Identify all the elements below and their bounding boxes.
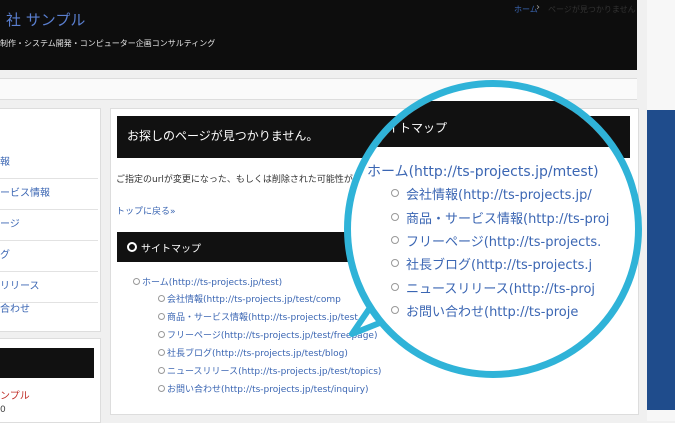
zoom-magnifier: サイトマップ ホーム(http://ts-projects.jp/mtest) … — [344, 80, 642, 378]
bullet-icon — [391, 189, 399, 197]
magnifier-link-blog[interactable]: 社長ブログ(http://ts-projects.j — [406, 254, 592, 273]
magnifier-link-services[interactable]: 商品・サービス情報(http://ts-proj — [406, 208, 609, 227]
bullet-icon — [391, 236, 399, 244]
magnifier-sitemap-title: サイトマップ — [375, 121, 448, 135]
bullet-icon — [391, 259, 399, 267]
bullet-icon — [391, 306, 399, 314]
bullet-icon — [391, 283, 399, 291]
magnifier-link-company[interactable]: 会社情報(http://ts-projects.jp/ — [406, 184, 592, 203]
magnifier-link-news[interactable]: ニュースリリース(http://ts-proj — [406, 278, 595, 297]
magnifier-link-inquiry[interactable]: お問い合わせ(http://ts-proje — [406, 301, 578, 320]
magnifier-link-freepage[interactable]: フリーページ(http://ts-projects. — [406, 231, 601, 250]
magnifier-link-home[interactable]: ホーム(http://ts-projects.jp/mtest) — [367, 161, 599, 181]
bullet-icon — [391, 213, 399, 221]
